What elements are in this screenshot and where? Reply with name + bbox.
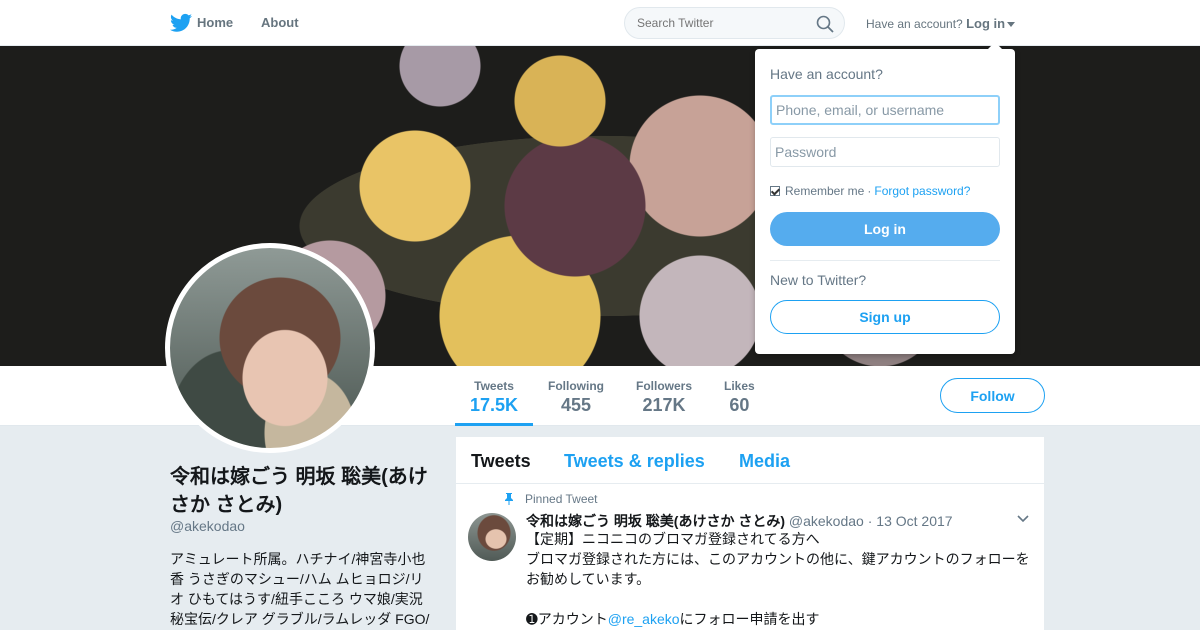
nav-about-link[interactable]: About — [261, 15, 299, 30]
nav-home-link[interactable]: Home — [197, 15, 233, 30]
tweet-avatar[interactable] — [468, 513, 516, 561]
tweet-line: ブロマガ登録された方には、このアカウントの他に、鍵アカウントのフォローをお勧めし… — [526, 551, 1030, 587]
tweet-date[interactable]: 13 Oct 2017 — [876, 513, 952, 529]
remember-me-label[interactable]: Remember me — [785, 184, 864, 198]
dropdown-divider — [770, 260, 1000, 261]
tweet-author-name[interactable]: 令和は嫁ごう 明坂 聡美(あけさか さとみ) — [526, 513, 785, 529]
active-stat-underline — [455, 423, 533, 426]
tweet-line-suffix: にフォロー申請を出す — [679, 611, 820, 627]
stat-value: 17.5K — [470, 395, 519, 415]
remember-row: Remember me · Forgot password? — [770, 184, 970, 198]
signup-button[interactable]: Sign up — [770, 300, 1000, 334]
search-icon[interactable] — [816, 15, 834, 33]
search-box — [624, 7, 845, 39]
caret-down-icon — [1007, 22, 1016, 28]
password-input[interactable] — [770, 137, 1000, 167]
stat-likes[interactable]: Likes 60 — [724, 379, 755, 416]
stat-label: Following — [548, 379, 604, 393]
username-input[interactable] — [770, 95, 1000, 125]
login-button[interactable]: Log in — [770, 212, 1000, 246]
stat-value: 455 — [560, 395, 592, 415]
timeline: Tweets Tweets & replies Media Pinned Twe… — [456, 437, 1044, 630]
stat-followers[interactable]: Followers 217K — [636, 379, 692, 416]
twitter-bird-icon[interactable] — [170, 13, 192, 33]
remember-me-checkbox[interactable] — [770, 186, 780, 196]
search-input[interactable] — [637, 16, 807, 30]
tweet-line: 【定期】ニコニコのブロマガ登録されてる方へ — [526, 531, 820, 547]
stat-tweets[interactable]: Tweets 17.5K — [470, 379, 518, 416]
login-dropdown: Have an account? Remember me · Forgot pa… — [755, 42, 1015, 354]
stat-following[interactable]: Following 455 — [548, 379, 604, 416]
login-dropdown-title: Have an account? — [770, 66, 883, 82]
stat-value: 60 — [729, 395, 750, 415]
follow-button[interactable]: Follow — [940, 378, 1045, 413]
tweet-line: ➊アカウント@re_akekoにフォロー申請を出す — [526, 609, 1034, 629]
top-navigation-bar: Home About Have an account? Log in — [0, 0, 1200, 46]
profile-avatar[interactable] — [165, 243, 375, 453]
profile-name[interactable]: 令和は嫁ごう 明坂 聡美(あけさか さとみ) — [170, 463, 440, 519]
stat-value: 217K — [642, 395, 686, 415]
tweet-author-handle[interactable]: @akekodao — [789, 513, 864, 529]
pin-icon — [505, 493, 513, 505]
tab-tweets-and-replies[interactable]: Tweets & replies — [564, 451, 705, 472]
tweet-line-prefix: ➊アカウント — [526, 611, 608, 627]
have-account-text: Have an account? — [866, 17, 963, 31]
tweet-text: 【定期】ニコニコのブロマガ登録されてる方へ ブロマガ登録された方には、このアカウ… — [526, 529, 1034, 629]
mention-link[interactable]: @re_akeko — [608, 611, 680, 627]
tweet-header: 令和は嫁ごう 明坂 聡美(あけさか さとみ) @akekodao · 13 Oc… — [526, 511, 953, 531]
stat-label: Tweets — [474, 379, 514, 393]
remember-separator: · — [867, 184, 872, 198]
login-link[interactable]: Log in — [966, 16, 1005, 31]
profile-bio: アミュレート所属。ハチナイ/神宮寺小也香 うさぎのマシュー/ハム ムヒョロジ/リ… — [170, 551, 430, 627]
stat-label: Likes — [724, 379, 755, 393]
login-toggle[interactable]: Have an account? Log in — [866, 16, 1016, 31]
profile-handle[interactable]: @akekodao — [170, 518, 245, 534]
new-to-twitter-label: New to Twitter? — [770, 272, 867, 288]
tab-tweets[interactable]: Tweets — [471, 451, 531, 472]
forgot-password-link[interactable]: Forgot password? — [874, 184, 970, 198]
stat-label: Followers — [636, 379, 693, 393]
tweet-separator: · — [867, 513, 873, 529]
chevron-down-icon[interactable] — [1017, 515, 1029, 523]
tab-media[interactable]: Media — [739, 451, 790, 472]
pinned-tweet-label: Pinned Tweet — [525, 492, 598, 506]
timeline-tabs: Tweets Tweets & replies Media — [456, 437, 1044, 484]
